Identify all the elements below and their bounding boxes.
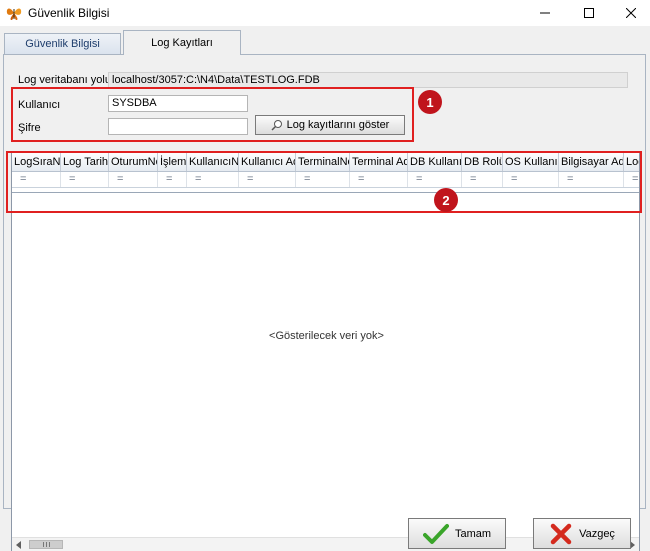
annotation-box-1 xyxy=(11,87,414,142)
annotation-badge-1: 1 xyxy=(418,90,442,114)
cross-icon xyxy=(550,523,572,544)
tab-security-info[interactable]: Güvenlik Bilgisi xyxy=(4,33,121,54)
cancel-button[interactable]: Vazgeç xyxy=(533,518,631,549)
annotation-box-2 xyxy=(6,151,642,213)
maximize-button[interactable] xyxy=(566,0,612,26)
minimize-icon xyxy=(540,12,550,14)
tab-log-records[interactable]: Log Kayıtları xyxy=(123,30,241,55)
scroll-thumb[interactable] xyxy=(29,540,63,549)
empty-message: <Gösterilecek veri yok> xyxy=(269,330,384,342)
ok-label: Tamam xyxy=(454,527,492,540)
butterfly-icon xyxy=(6,8,22,20)
log-records-panel: Log veritabanı yolu localhost/3057:C:\N4… xyxy=(3,54,646,551)
annotation-badge-2: 2 xyxy=(434,188,458,212)
title-bar: Güvenlik Bilgisi xyxy=(0,0,650,26)
tab-label: Log Kayıtları xyxy=(151,37,213,49)
close-button[interactable] xyxy=(608,0,650,26)
window-title: Güvenlik Bilgisi xyxy=(28,6,110,20)
ok-button[interactable]: Tamam xyxy=(408,518,506,549)
cancel-label: Vazgeç xyxy=(579,527,615,540)
db-path-field: localhost/3057:C:\N4\Data\TESTLOG.FDB xyxy=(108,72,628,88)
checkmark-icon xyxy=(422,523,449,544)
maximize-icon xyxy=(584,8,594,18)
tab-label: Güvenlik Bilgisi xyxy=(25,38,100,50)
minimize-button[interactable] xyxy=(522,0,568,26)
scroll-left-icon[interactable] xyxy=(16,541,21,549)
db-path-label: Log veritabanı yolu xyxy=(18,74,111,86)
close-icon xyxy=(626,8,636,18)
